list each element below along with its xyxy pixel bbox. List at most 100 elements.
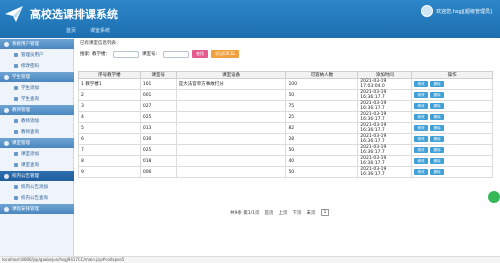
sidebar-item-label: 校内公告添加 [21, 184, 48, 190]
cell-clock: 16:36:17.7 [360, 172, 385, 177]
cell-time: 2021-03-19 16:36:17.7 [357, 133, 413, 145]
sidebar-group-students[interactable]: 学生管理 [0, 72, 74, 82]
list-icon [14, 195, 18, 200]
sidebar-group-teachers[interactable]: 教师管理 [0, 105, 74, 115]
cell-index: 8 [81, 158, 84, 164]
last-page-link[interactable]: 末页 [307, 210, 316, 216]
col-header-ops: 操作 [411, 71, 493, 79]
col-header-index: 序号教学楼 [78, 71, 141, 79]
edit-button[interactable]: 修改 [414, 147, 429, 153]
cell-code: 030 [139, 133, 177, 145]
list-icon [14, 63, 18, 68]
edit-button[interactable]: 修改 [414, 103, 429, 109]
cell-code: 001 [139, 89, 177, 101]
table-row: 9 006 50 2021-03-19 16:36:17.7 修改 删除 [78, 166, 493, 178]
cell-clock: 16:36:17.7 [360, 139, 385, 144]
cell-code: 013 [139, 122, 177, 134]
export-excel-button[interactable]: 导出EXCEL [210, 50, 240, 58]
edit-button[interactable]: 修改 [414, 81, 429, 87]
cell-equipment [175, 144, 287, 156]
delete-button[interactable]: 删除 [430, 103, 445, 109]
floating-action-button[interactable] [488, 191, 500, 203]
cell-time: 2021-03-19 16:36:17.7 [357, 122, 413, 134]
cell-index: 9 [81, 169, 84, 175]
sidebar-item-student-add[interactable]: 学生添加 [0, 82, 73, 93]
cell-ops: 修改 删除 [411, 111, 493, 123]
sidebar-item-notice-add[interactable]: 校内公告添加 [0, 181, 73, 192]
delete-button[interactable]: 删除 [430, 114, 445, 120]
next-page-link[interactable]: 下页 [293, 210, 302, 216]
cell-capacity: 50 [285, 89, 359, 101]
delete-button[interactable]: 删除 [430, 158, 445, 164]
delete-button[interactable]: 删除 [430, 136, 445, 142]
sidebar-item-label: 教师查询 [21, 129, 39, 135]
cell-clock: 16:36:17.7 [360, 128, 385, 133]
cell-capacity: 25 [285, 111, 359, 123]
tab-classroom-system[interactable]: 课室系统 [90, 27, 110, 34]
edit-button[interactable]: 修改 [414, 136, 429, 142]
cell-ops: 修改 删除 [411, 78, 493, 90]
app-header: 高校选课排课系统 欢迎您,hsgj[超级管理员] 首页 课室系统 [0, 0, 500, 38]
cell-index: 5 [81, 125, 84, 131]
delete-button[interactable]: 删除 [430, 81, 445, 87]
building-search-input[interactable] [112, 50, 139, 58]
sidebar-item-label: 学生添加 [21, 85, 39, 91]
list-icon [14, 85, 18, 90]
edit-button[interactable]: 修改 [414, 125, 429, 131]
sidebar-group-classrooms[interactable]: 课室管理 [0, 138, 74, 148]
cell-time: 2021-03-19 16:36:17.7 [357, 111, 413, 123]
sidebar-group-label: 学生管理 [12, 75, 30, 80]
cell-clock: 17:03:04.0 [360, 84, 385, 89]
cell-equipment [175, 166, 287, 178]
search-button[interactable]: 查找 [191, 50, 208, 58]
cell-code: 025 [139, 144, 177, 156]
cell-equipment [175, 100, 287, 112]
sidebar-item-classroom-query[interactable]: 课室查询 [0, 159, 73, 170]
sidebar-item-change-password[interactable]: 修改密码 [0, 60, 73, 71]
edit-button[interactable]: 修改 [414, 169, 429, 175]
search-bar: 搜索: 教学楼： 课室号： 查找 导出EXCEL [80, 50, 240, 58]
user-welcome-text: 欢迎您,hsgj[超级管理员] [436, 8, 492, 15]
sidebar-item-student-query[interactable]: 学生查询 [0, 93, 73, 104]
edit-button[interactable]: 修改 [414, 114, 429, 120]
sidebar-item-label: 修改密码 [21, 63, 39, 69]
sidebar-group-system-users[interactable]: 系统用户管理 [0, 39, 74, 49]
cell-ops: 修改 删除 [411, 144, 493, 156]
delete-button[interactable]: 删除 [430, 169, 445, 175]
cell-capacity: 28 [285, 133, 359, 145]
prev-page-link[interactable]: 上页 [279, 210, 288, 216]
sidebar-item-label: 课室添加 [21, 151, 39, 157]
delete-button[interactable]: 删除 [430, 92, 445, 98]
sidebar-group-course-arrangement[interactable]: 课程安排管理 [0, 204, 74, 214]
cell-equipment [175, 89, 287, 101]
group-icon [4, 140, 9, 146]
classroom-table: 序号教学楼 课室号 课室设备 可容纳人数 添加时间 操作 1 教学楼1 101 是大… [78, 71, 493, 178]
sidebar-group-label: 系统用户管理 [12, 42, 39, 47]
cell-index-building: 2 [78, 89, 141, 101]
cell-index-building: 8 [78, 155, 141, 167]
sidebar-item-admin-users[interactable]: 管理员用户 [0, 49, 73, 60]
cell-equipment [175, 133, 287, 145]
main-content: 已有课室信息列表： 搜索: 教学楼： 课室号： 查找 导出EXCEL 序号教学楼… [78, 38, 496, 256]
delete-button[interactable]: 删除 [430, 147, 445, 153]
cell-clock: 16:36:17.7 [360, 161, 385, 166]
classroom-code-search-input[interactable] [162, 50, 189, 58]
list-icon [14, 118, 18, 123]
page-select[interactable]: 1 [320, 209, 330, 216]
cell-equipment [175, 111, 287, 123]
sidebar-item-teacher-add[interactable]: 教师添加 [0, 115, 73, 126]
sidebar-group-label: 校内公告管理 [12, 174, 39, 179]
sidebar-item-label: 管理员用户 [21, 52, 44, 58]
delete-button[interactable]: 删除 [430, 125, 445, 131]
sidebar-item-notice-query[interactable]: 校内公告查询 [0, 192, 73, 203]
tab-home[interactable]: 首页 [66, 27, 76, 34]
sidebar-group-notices[interactable]: 校内公告管理 [0, 171, 74, 181]
user-avatar-icon[interactable] [421, 5, 434, 17]
edit-button[interactable]: 修改 [414, 92, 429, 98]
cell-index: 4 [81, 114, 84, 120]
first-page-link[interactable]: 首页 [265, 210, 274, 216]
sidebar-item-teacher-query[interactable]: 教师查询 [0, 126, 73, 137]
cell-capacity: 50 [285, 166, 359, 178]
sidebar-item-classroom-add[interactable]: 课室添加 [0, 148, 73, 159]
edit-button[interactable]: 修改 [414, 158, 429, 164]
